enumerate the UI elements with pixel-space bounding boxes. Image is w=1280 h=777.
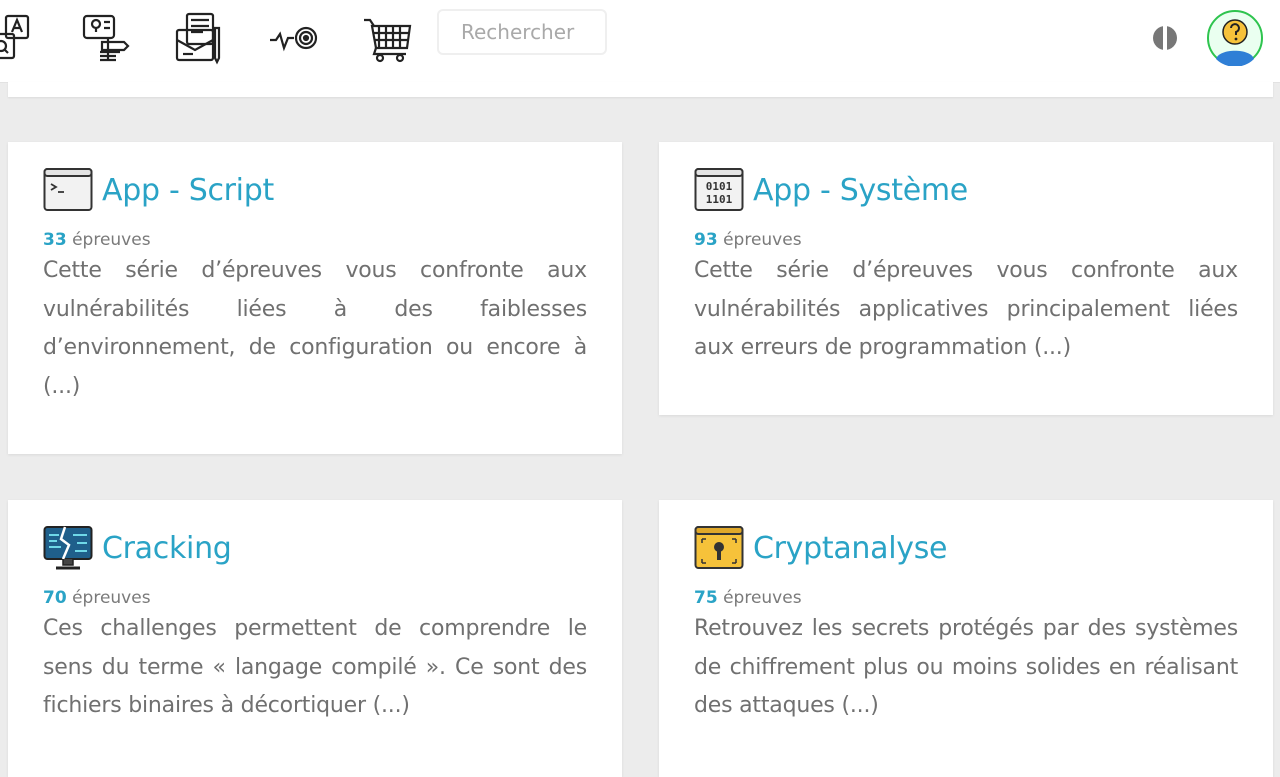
documents-pen-icon[interactable] — [173, 10, 225, 66]
qa-documents-icon[interactable] — [0, 10, 38, 66]
card-description: Retrouvez les secrets protégés par des s… — [694, 616, 1238, 718]
keyhole-lock-icon — [694, 525, 744, 571]
category-card[interactable]: App - Script 33 épreuves Cette série d’é… — [8, 142, 622, 454]
guide-signpost-icon[interactable] — [80, 10, 132, 66]
challenge-count: 70 épreuves — [43, 588, 151, 608]
card-description: Cette série d’épreuves vous confronte au… — [694, 258, 1238, 360]
card-title[interactable]: App - Système — [753, 173, 968, 208]
card-title[interactable]: Cracking — [102, 531, 232, 566]
challenge-count: 93 épreuves — [694, 230, 802, 250]
terminal-window-icon — [43, 167, 93, 213]
language-toggle-icon[interactable] — [1153, 26, 1177, 50]
challenge-count: 75 épreuves — [694, 588, 802, 608]
user-question-avatar-icon[interactable] — [1207, 10, 1263, 67]
cart-icon[interactable] — [362, 10, 414, 66]
category-card[interactable]: Cryptanalyse 75 épreuves Retrouvez les s… — [659, 500, 1273, 777]
svg-text:0101: 0101 — [706, 180, 733, 193]
card-header: 0101 1101 App - Système — [694, 166, 1238, 214]
card-header: Cryptanalyse — [694, 524, 1238, 572]
target-pulse-icon[interactable] — [268, 10, 320, 66]
card-title[interactable]: Cryptanalyse — [753, 531, 948, 566]
binary-window-icon: 0101 1101 — [694, 167, 744, 213]
card-description: Cette série d’épreuves vous confronte au… — [43, 258, 587, 399]
card-description: Ces challenges permettent de comprendre … — [43, 616, 587, 718]
search-input[interactable] — [437, 9, 607, 55]
card-title[interactable]: App - Script — [102, 173, 274, 208]
category-card[interactable]: Cracking 70 épreuves Ces challenges perm… — [8, 500, 622, 777]
card-header: App - Script — [43, 166, 587, 214]
broken-monitor-icon — [43, 525, 93, 571]
card-header: Cracking — [43, 524, 587, 572]
previous-card-edge — [8, 82, 1273, 97]
top-navbar — [0, 0, 1280, 83]
svg-text:1101: 1101 — [706, 193, 733, 206]
challenge-count: 33 épreuves — [43, 230, 151, 250]
category-card[interactable]: 0101 1101 App - Système 93 épreuves Cett… — [659, 142, 1273, 415]
